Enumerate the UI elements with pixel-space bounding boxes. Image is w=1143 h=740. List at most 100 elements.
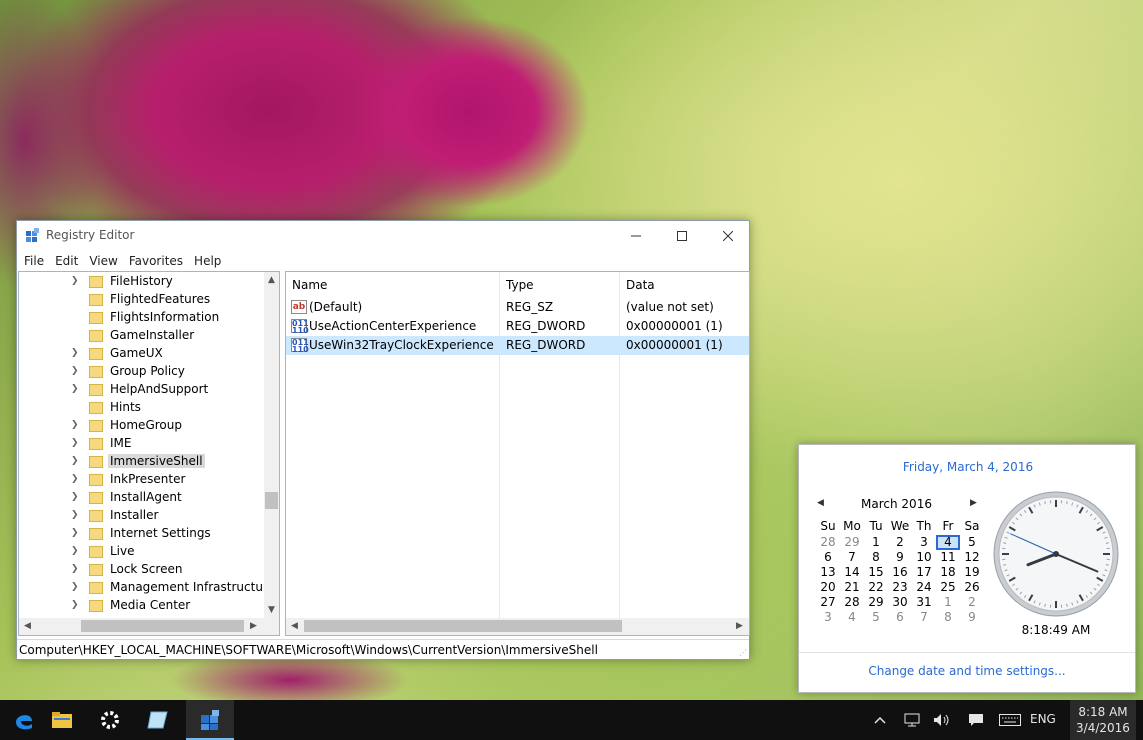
calendar-day[interactable]: 3 bbox=[912, 535, 936, 550]
calendar-day[interactable]: 11 bbox=[936, 550, 960, 565]
file-explorer-taskbar-button[interactable] bbox=[38, 700, 86, 740]
calendar-day[interactable]: 9 bbox=[888, 550, 912, 565]
tree-scroll-thumb[interactable] bbox=[265, 492, 278, 509]
value-row[interactable]: 011 110 UseWin32TrayClockExperience REG_DWO… bbox=[286, 336, 749, 355]
expand-arrow-icon[interactable]: ❯ bbox=[71, 474, 79, 484]
tree-item[interactable]: ❯ ImmersiveShell bbox=[19, 453, 264, 471]
calendar-day[interactable]: 28 bbox=[816, 535, 840, 550]
expand-arrow-icon[interactable]: ❯ bbox=[71, 546, 79, 556]
calendar-day[interactable]: 17 bbox=[912, 565, 936, 580]
tree-vertical-scrollbar[interactable]: ▲ ▼ bbox=[264, 272, 279, 618]
calendar-day[interactable]: 5 bbox=[960, 535, 984, 550]
expand-arrow-icon[interactable]: ❯ bbox=[71, 366, 79, 376]
expand-arrow-icon[interactable]: ❯ bbox=[71, 438, 79, 448]
calendar-day[interactable]: 8 bbox=[936, 610, 960, 625]
menu-edit[interactable]: Edit bbox=[55, 254, 78, 268]
tree-hscroll-thumb[interactable] bbox=[81, 620, 244, 632]
calendar-day[interactable]: 6 bbox=[816, 550, 840, 565]
tree-item[interactable]: ❯ GameUX bbox=[19, 345, 264, 363]
value-row[interactable]: 011 110 UseActionCenterExperience REG_DWORD… bbox=[286, 317, 749, 336]
list-horizontal-scrollbar[interactable]: ◀ ▶ bbox=[286, 618, 749, 635]
calendar-day[interactable]: 8 bbox=[864, 550, 888, 565]
column-header-type[interactable]: Type bbox=[506, 278, 534, 292]
expand-arrow-icon[interactable]: ❯ bbox=[71, 348, 79, 358]
calendar-day[interactable]: 4 bbox=[840, 610, 864, 625]
calendar-day[interactable]: 24 bbox=[912, 580, 936, 595]
menu-file[interactable]: File bbox=[24, 254, 44, 268]
calendar-day[interactable]: 5 bbox=[864, 610, 888, 625]
expand-arrow-icon[interactable]: ❯ bbox=[71, 600, 79, 610]
calendar-day[interactable]: 30 bbox=[888, 595, 912, 610]
calendar-day[interactable]: 20 bbox=[816, 580, 840, 595]
menu-help[interactable]: Help bbox=[194, 254, 221, 268]
tree-item[interactable]: GameInstaller bbox=[19, 327, 264, 345]
tree-item[interactable]: ❯ FileHistory bbox=[19, 273, 264, 291]
tree-item[interactable]: ❯ Installer bbox=[19, 507, 264, 525]
previous-month-icon[interactable]: ◀ bbox=[817, 498, 824, 508]
expand-arrow-icon[interactable]: ❯ bbox=[71, 528, 79, 538]
show-hidden-icons-chevron-icon[interactable] bbox=[870, 700, 890, 740]
settings-taskbar-button[interactable] bbox=[86, 700, 134, 740]
calendar-day[interactable]: 26 bbox=[960, 580, 984, 595]
calendar-day[interactable]: 29 bbox=[864, 595, 888, 610]
calendar-day[interactable]: 7 bbox=[912, 610, 936, 625]
calendar-day[interactable]: 27 bbox=[816, 595, 840, 610]
tree-item[interactable]: ❯ Management Infrastructure bbox=[19, 579, 275, 597]
expand-arrow-icon[interactable]: ❯ bbox=[71, 564, 79, 574]
menu-favorites[interactable]: Favorites bbox=[129, 254, 183, 268]
scroll-down-arrow-icon[interactable]: ▼ bbox=[268, 605, 275, 615]
tree-item[interactable]: ❯ Internet Settings bbox=[19, 525, 264, 543]
registry-editor-window[interactable]: Registry Editor File Edit View Favorites… bbox=[16, 220, 750, 660]
calendar-day[interactable]: 23 bbox=[888, 580, 912, 595]
action-center-icon[interactable] bbox=[964, 700, 988, 740]
calendar-day[interactable]: 12 bbox=[960, 550, 984, 565]
calendar-day[interactable]: 25 bbox=[936, 580, 960, 595]
column-header-name[interactable]: Name bbox=[292, 278, 327, 292]
calendar-day[interactable]: 15 bbox=[864, 565, 888, 580]
expand-arrow-icon[interactable]: ❯ bbox=[71, 276, 79, 286]
calendar-day[interactable]: 6 bbox=[888, 610, 912, 625]
input-language[interactable]: ENG bbox=[1030, 712, 1056, 726]
values-list-pane[interactable]: Name Type Data ab (Default) REG_SZ (value n… bbox=[285, 271, 750, 636]
scroll-up-arrow-icon[interactable]: ▲ bbox=[268, 275, 275, 285]
calendar-day[interactable]: 16 bbox=[888, 565, 912, 580]
calendar-day[interactable]: 2 bbox=[960, 595, 984, 610]
calendar-day[interactable]: 28 bbox=[840, 595, 864, 610]
calendar-day[interactable]: 1 bbox=[936, 595, 960, 610]
tree-item[interactable]: ❯ Lock Screen bbox=[19, 561, 264, 579]
list-hscroll-thumb[interactable] bbox=[304, 620, 622, 632]
calendar-day[interactable]: 9 bbox=[960, 610, 984, 625]
expand-arrow-icon[interactable]: ❯ bbox=[71, 510, 79, 520]
calendar-today[interactable]: 4 bbox=[936, 535, 960, 550]
calendar-day[interactable]: 1 bbox=[864, 535, 888, 550]
value-row[interactable]: ab (Default) REG_SZ (value not set) bbox=[286, 298, 749, 317]
calendar-day[interactable]: 19 bbox=[960, 565, 984, 580]
long-date[interactable]: Friday, March 4, 2016 bbox=[799, 460, 1137, 474]
tree-item[interactable]: ❯ IME bbox=[19, 435, 264, 453]
close-button[interactable] bbox=[705, 221, 751, 250]
minimize-button[interactable] bbox=[613, 221, 659, 250]
scroll-left-arrow-icon[interactable]: ◀ bbox=[24, 621, 31, 631]
network-icon[interactable] bbox=[900, 700, 924, 740]
taskbar-clock[interactable]: 8:18 AM 3/4/2016 bbox=[1070, 700, 1136, 740]
calendar-day[interactable]: 14 bbox=[840, 565, 864, 580]
expand-arrow-icon[interactable]: ❯ bbox=[71, 582, 79, 592]
tree-item[interactable]: ❯ Live bbox=[19, 543, 264, 561]
tree-item[interactable]: ❯ InkPresenter bbox=[19, 471, 264, 489]
maximize-button[interactable] bbox=[659, 221, 705, 250]
tree-item[interactable]: ❯ HomeGroup bbox=[19, 417, 264, 435]
notepad-taskbar-button[interactable] bbox=[134, 700, 182, 740]
next-month-icon[interactable]: ▶ bbox=[970, 498, 977, 508]
tree-item[interactable]: Hints bbox=[19, 399, 264, 417]
change-date-time-settings-link[interactable]: Change date and time settings... bbox=[799, 664, 1135, 678]
tree-item[interactable]: ❯ Media Center bbox=[19, 597, 264, 615]
tree-item[interactable]: FlightsInformation bbox=[19, 309, 264, 327]
resize-grip-icon[interactable]: ⋰ bbox=[739, 648, 747, 657]
tree-item[interactable]: ❯ InstallAgent bbox=[19, 489, 264, 507]
expand-arrow-icon[interactable]: ❯ bbox=[71, 456, 79, 466]
calendar-day[interactable]: 3 bbox=[816, 610, 840, 625]
tree-item[interactable]: ❯ Group Policy bbox=[19, 363, 264, 381]
calendar-day[interactable]: 2 bbox=[888, 535, 912, 550]
tree-horizontal-scrollbar[interactable]: ◀ ▶ bbox=[19, 618, 279, 635]
calendar-month[interactable]: March 2016 bbox=[859, 497, 934, 511]
